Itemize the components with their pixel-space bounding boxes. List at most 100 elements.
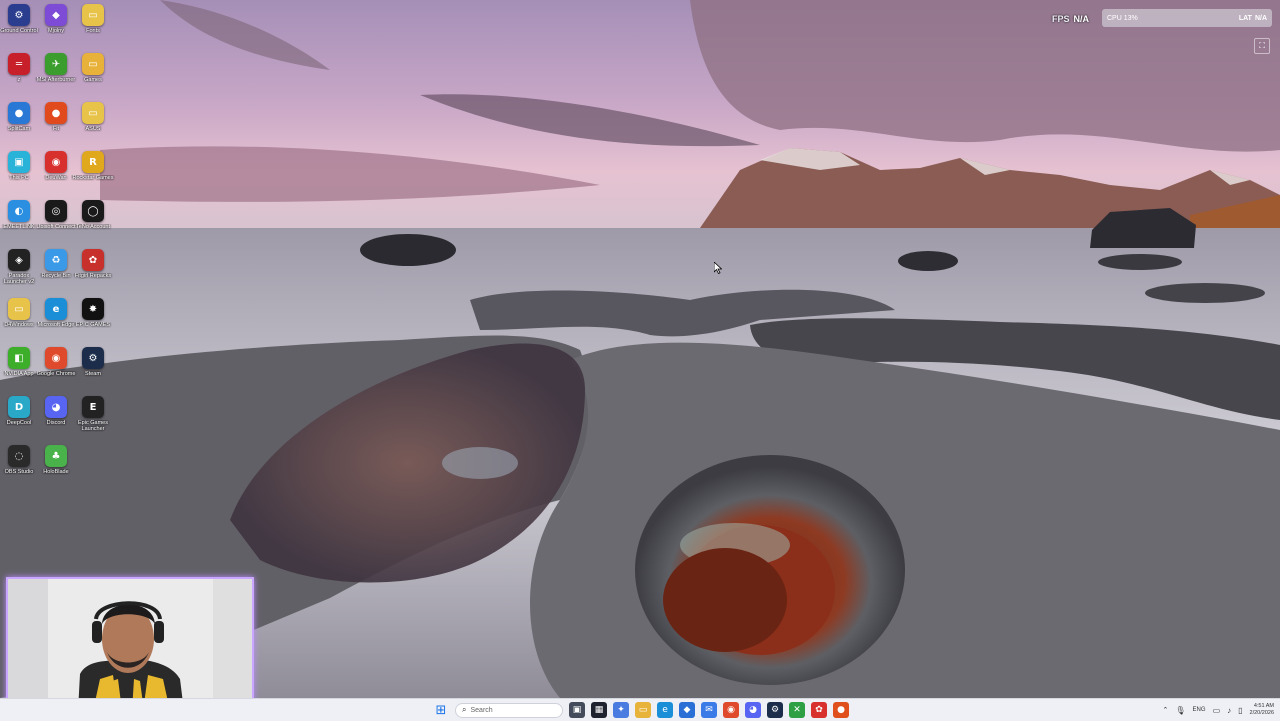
taskbar-steam-icon[interactable]: ⚙ <box>767 702 783 718</box>
desktop-app-icon: ✈ <box>45 53 67 75</box>
desktop-app-icon: ♻ <box>45 249 67 271</box>
fps-label: FPS <box>1052 13 1070 24</box>
desktop-app-icon: ◧ <box>8 347 30 369</box>
search-placeholder: Search <box>470 706 493 714</box>
desktop-icon[interactable]: ▣ This PC <box>0 151 38 199</box>
desktop-icon[interactable]: ● SplitCam <box>0 102 38 150</box>
taskbar-app-dark-icon[interactable]: ▦ <box>591 702 607 718</box>
desktop-icon[interactable]: R Rockstar Games <box>72 151 114 199</box>
desktop-icon[interactable]: ◕ Discord <box>37 396 75 444</box>
desktop-icon[interactable]: ● Fit <box>37 102 75 150</box>
desktop-icon[interactable]: ✿ Fitgirl Repacks <box>74 249 112 297</box>
latency-value: N/A <box>1254 14 1267 22</box>
desktop-app-icon: ◉ <box>45 347 67 369</box>
desktop-app-icon: R <box>82 151 104 173</box>
desktop-icon[interactable]: ═ z <box>0 53 38 101</box>
desktop-app-icon: ◯ <box>82 200 104 222</box>
desktop-icon[interactable]: ◆ Mjolny <box>37 4 75 52</box>
desktop-icon[interactable]: ◯ TeNo Account <box>74 200 112 248</box>
desktop-app-icon: D <box>8 396 30 418</box>
mouse-cursor-icon <box>714 262 722 274</box>
desktop-app-icon: E <box>82 396 104 418</box>
network-icon[interactable]: ▭ <box>1213 706 1221 715</box>
taskbar-center: ⊞ ⌕ Search ▣ ▦ ✦ ▭ e ◆ ✉ ◉ ◕ ⚙ ✕ ✿ ● <box>433 699 849 721</box>
desktop-app-icon: ▣ <box>8 151 30 173</box>
taskbar-task-view-icon[interactable]: ▣ <box>569 702 585 718</box>
taskbar-app-orange-icon[interactable]: ● <box>833 702 849 718</box>
taskbar-mail-icon[interactable]: ✉ <box>701 702 717 718</box>
webcam-overlay <box>6 577 254 713</box>
taskbar-file-explorer-icon[interactable]: ▭ <box>635 702 651 718</box>
desktop-icon[interactable]: ◉ DeuWan <box>37 151 75 199</box>
fullscreen-icon[interactable]: ⛶ <box>1254 38 1270 54</box>
chevron-up-icon[interactable]: ⌃ <box>1163 706 1169 714</box>
volume-icon[interactable]: ♪ <box>1227 706 1231 715</box>
desktop-icon[interactable]: ▭ Games <box>74 53 112 101</box>
desktop-icon[interactable]: ✸ EPIC GAMES <box>74 298 112 346</box>
desktop-app-icon: ═ <box>8 53 30 75</box>
start-icon[interactable]: ⊞ <box>433 702 449 718</box>
desktop-icon-label: Epic Games Launcher <box>78 420 108 432</box>
desktop-icon[interactable]: ♣ HoloBlade <box>37 445 75 493</box>
desktop-icon[interactable]: ♻ Recycle Bin <box>37 249 75 297</box>
taskbar-chrome-icon[interactable]: ◉ <box>723 702 739 718</box>
desktop-app-icon: ▭ <box>82 4 104 26</box>
desktop-icon[interactable]: D DeepCool <box>0 396 38 444</box>
desktop-icon[interactable]: ▭ ASUS <box>74 102 112 150</box>
taskbar-edge-icon[interactable]: e <box>657 702 673 718</box>
desktop-icon-grid: ⚙ Ground Control ◆ Mjolny ▭ Fonts ═ z ✈ MSI After… <box>0 0 115 578</box>
desktop-app-icon: ⚙ <box>8 4 30 26</box>
desktop-icon-label: Rockstar Games <box>72 175 114 181</box>
search-box[interactable]: ⌕ Search <box>455 702 563 718</box>
desktop-app-icon: ◕ <box>45 396 67 418</box>
desktop-icon-label: TeNo Account <box>76 224 110 230</box>
desktop-icon[interactable]: ▭ Fonts <box>74 4 112 52</box>
system-tray: ⌃ 🎙 ENG ▭ ♪ ▯ 4:51 AM 2/20/2026 <box>1163 699 1274 721</box>
desktop-icon[interactable]: ◐ EMEETLINK <box>0 200 38 248</box>
desktop-app-icon: ◉ <box>45 151 67 173</box>
performance-text: CPU 13% <box>1107 14 1138 22</box>
desktop-app-icon: ▭ <box>82 102 104 124</box>
latency-label: LAT <box>1238 14 1252 22</box>
desktop-app-icon: ✿ <box>82 249 104 271</box>
desktop-app-icon: ◈ <box>8 249 30 271</box>
clock[interactable]: 4:51 AM 2/20/2026 <box>1250 703 1274 717</box>
desktop-icon[interactable]: ◧ NVIDIA App <box>0 347 38 395</box>
desktop-icon[interactable]: ◉ Google Chrome <box>37 347 75 395</box>
taskbar-app-copilot-icon[interactable]: ✦ <box>613 702 629 718</box>
desktop-app-icon: ▭ <box>8 298 30 320</box>
desktop-icon[interactable]: e Microsoft Edge <box>37 298 75 346</box>
performance-overlay: CPU 13% LAT N/A <box>1102 9 1272 27</box>
desktop-app-icon: ✸ <box>82 298 104 320</box>
desktop-app-icon: ◆ <box>45 4 67 26</box>
battery-icon[interactable]: ▯ <box>1238 706 1242 715</box>
taskbar-discord-icon[interactable]: ◕ <box>745 702 761 718</box>
taskbar-xbox-icon[interactable]: ✕ <box>789 702 805 718</box>
language-indicator[interactable]: ENG <box>1193 707 1206 713</box>
desktop-icon[interactable]: ⚙ Steam <box>74 347 112 395</box>
desktop-app-icon: ▭ <box>82 53 104 75</box>
clock-time: 4:51 AM <box>1253 703 1274 709</box>
fps-overlay: FPS N/A <box>1052 11 1089 26</box>
desktop-icon[interactable]: ◌ OBS Studio <box>0 445 38 493</box>
desktop-icon-label: EPIC GAMES <box>75 322 111 328</box>
desktop-icon[interactable]: ⚙ Ground Control <box>0 4 38 52</box>
desktop-icon-label: Fitgirl Repacks <box>74 273 112 279</box>
desktop-app-icon: ◌ <box>8 445 30 467</box>
webcam-person-image <box>8 579 252 711</box>
taskbar: ⊞ ⌕ Search ▣ ▦ ✦ ▭ e ◆ ✉ ◉ ◕ ⚙ ✕ ✿ ● ⌃ 🎙 ENG ▭ ♪ ▯ 4… <box>0 698 1280 721</box>
desktop-icon[interactable]: ◈ Paradox Launcher v2 <box>0 249 38 297</box>
desktop-icon[interactable]: ◎ Ubisoft Connect <box>36 200 76 248</box>
desktop-app-icon: ● <box>45 102 67 124</box>
desktop-app-icon: ♣ <box>45 445 67 467</box>
microphone-icon[interactable]: 🎙 <box>1175 706 1185 715</box>
desktop-icon[interactable]: ▭ D4Windows <box>0 298 38 346</box>
desktop-icon[interactable]: E Epic Games Launcher <box>74 396 112 444</box>
desktop-icon-label: HoloBlade <box>43 469 69 475</box>
desktop-icon[interactable]: ✈ MSI Afterburner <box>37 53 75 101</box>
desktop-app-icon: e <box>45 298 67 320</box>
taskbar-app-red-icon[interactable]: ✿ <box>811 702 827 718</box>
clock-date: 2/20/2026 <box>1249 710 1274 716</box>
taskbar-store-icon[interactable]: ◆ <box>679 702 695 718</box>
fps-value: N/A <box>1073 13 1090 24</box>
